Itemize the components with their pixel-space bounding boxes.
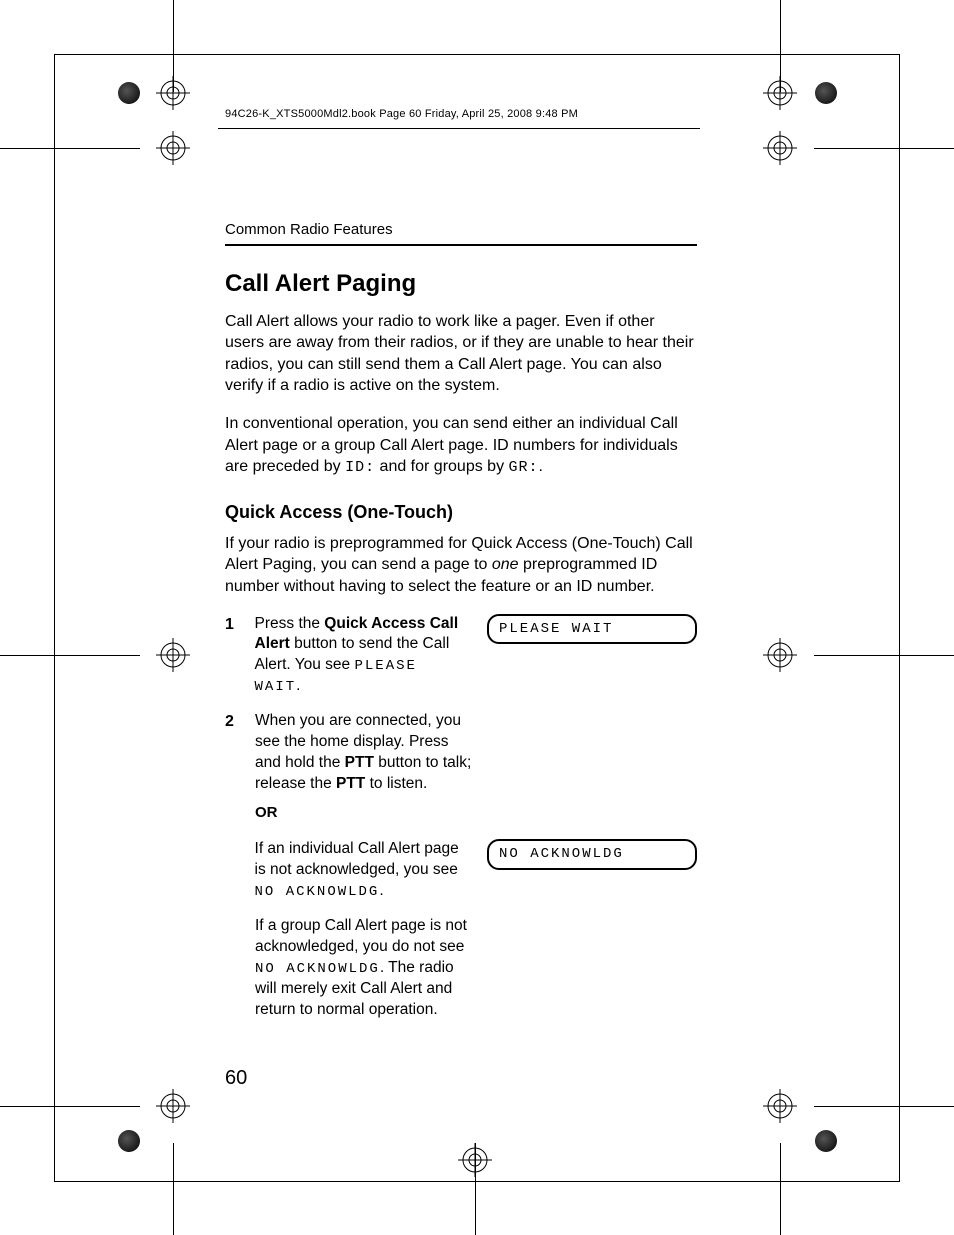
text: . (539, 458, 543, 475)
registration-mark-icon (458, 1143, 492, 1177)
page-content: Common Radio Features Call Alert Paging … (225, 220, 697, 1035)
text: If a group Call Alert page is not acknow… (255, 917, 467, 955)
registration-mark-icon (156, 1089, 190, 1123)
crop-mark (0, 1106, 140, 1107)
step-row: 2 When you are connected, you see the ho… (225, 711, 697, 833)
step-text: If a group Call Alert page is not acknow… (255, 916, 475, 1021)
heading-1: Call Alert Paging (225, 268, 697, 300)
step-display-col: NO ACKNOWLDG (471, 839, 697, 870)
registration-mark-icon (156, 76, 190, 110)
code-text: GR: (509, 459, 539, 476)
crop-mark (0, 655, 140, 656)
section-rule (225, 244, 697, 246)
corner-dot-icon (815, 1130, 837, 1152)
bold-text: PTT (336, 775, 365, 792)
text: . (379, 882, 383, 899)
emphasis-text: one (492, 556, 519, 573)
lcd-text: NO ACKNOWLDG (255, 884, 380, 900)
crop-mark (780, 1143, 781, 1235)
step-subrow: If an individual Call Alert page is not … (225, 839, 697, 902)
registration-mark-icon (763, 1089, 797, 1123)
lcd-text: NO ACKNOWLDG (255, 961, 380, 977)
header-rule (218, 128, 700, 129)
corner-dot-icon (815, 82, 837, 104)
lcd-display: NO ACKNOWLDG (487, 839, 697, 870)
crop-mark (814, 655, 954, 656)
step-text: If an individual Call Alert page is not … (255, 839, 471, 902)
lcd-display: PLEASE WAIT (487, 614, 697, 645)
step-number: 1 (225, 614, 255, 636)
text: . (296, 677, 300, 694)
crop-mark (173, 1143, 174, 1235)
crop-mark (814, 1106, 954, 1107)
step-number: 2 (225, 711, 255, 733)
bold-text: PTT (345, 754, 374, 771)
code-text: ID: (345, 459, 375, 476)
registration-mark-icon (763, 638, 797, 672)
text: If an individual Call Alert page is not … (255, 840, 459, 878)
step-subrow: If a group Call Alert page is not acknow… (225, 916, 697, 1021)
heading-2: Quick Access (One-Touch) (225, 500, 697, 524)
step-row: 1 Press the Quick Access Call Alert butt… (225, 614, 697, 698)
text: to listen. (365, 775, 427, 792)
registration-mark-icon (156, 131, 190, 165)
registration-mark-icon (156, 638, 190, 672)
step-text: Press the Quick Access Call Alert button… (255, 614, 471, 698)
steps-list: 1 Press the Quick Access Call Alert butt… (225, 614, 697, 1021)
text: and for groups by (375, 458, 508, 475)
step-display-col: PLEASE WAIT (471, 614, 697, 645)
paragraph: If your radio is preprogrammed for Quick… (225, 533, 697, 598)
running-header: 94C26-K_XTS5000Mdl2.book Page 60 Friday,… (225, 108, 578, 120)
corner-dot-icon (118, 82, 140, 104)
paragraph: In conventional operation, you can send … (225, 413, 697, 478)
registration-mark-icon (763, 76, 797, 110)
section-label: Common Radio Features (225, 220, 697, 240)
step-text: When you are connected, you see the home… (255, 711, 475, 833)
text: Press the (255, 615, 325, 632)
crop-mark (0, 148, 140, 149)
crop-mark (814, 148, 954, 149)
corner-dot-icon (118, 1130, 140, 1152)
paragraph: Call Alert allows your radio to work lik… (225, 311, 697, 397)
registration-mark-icon (763, 131, 797, 165)
page-number: 60 (225, 1067, 247, 1090)
or-label: OR (255, 803, 475, 823)
